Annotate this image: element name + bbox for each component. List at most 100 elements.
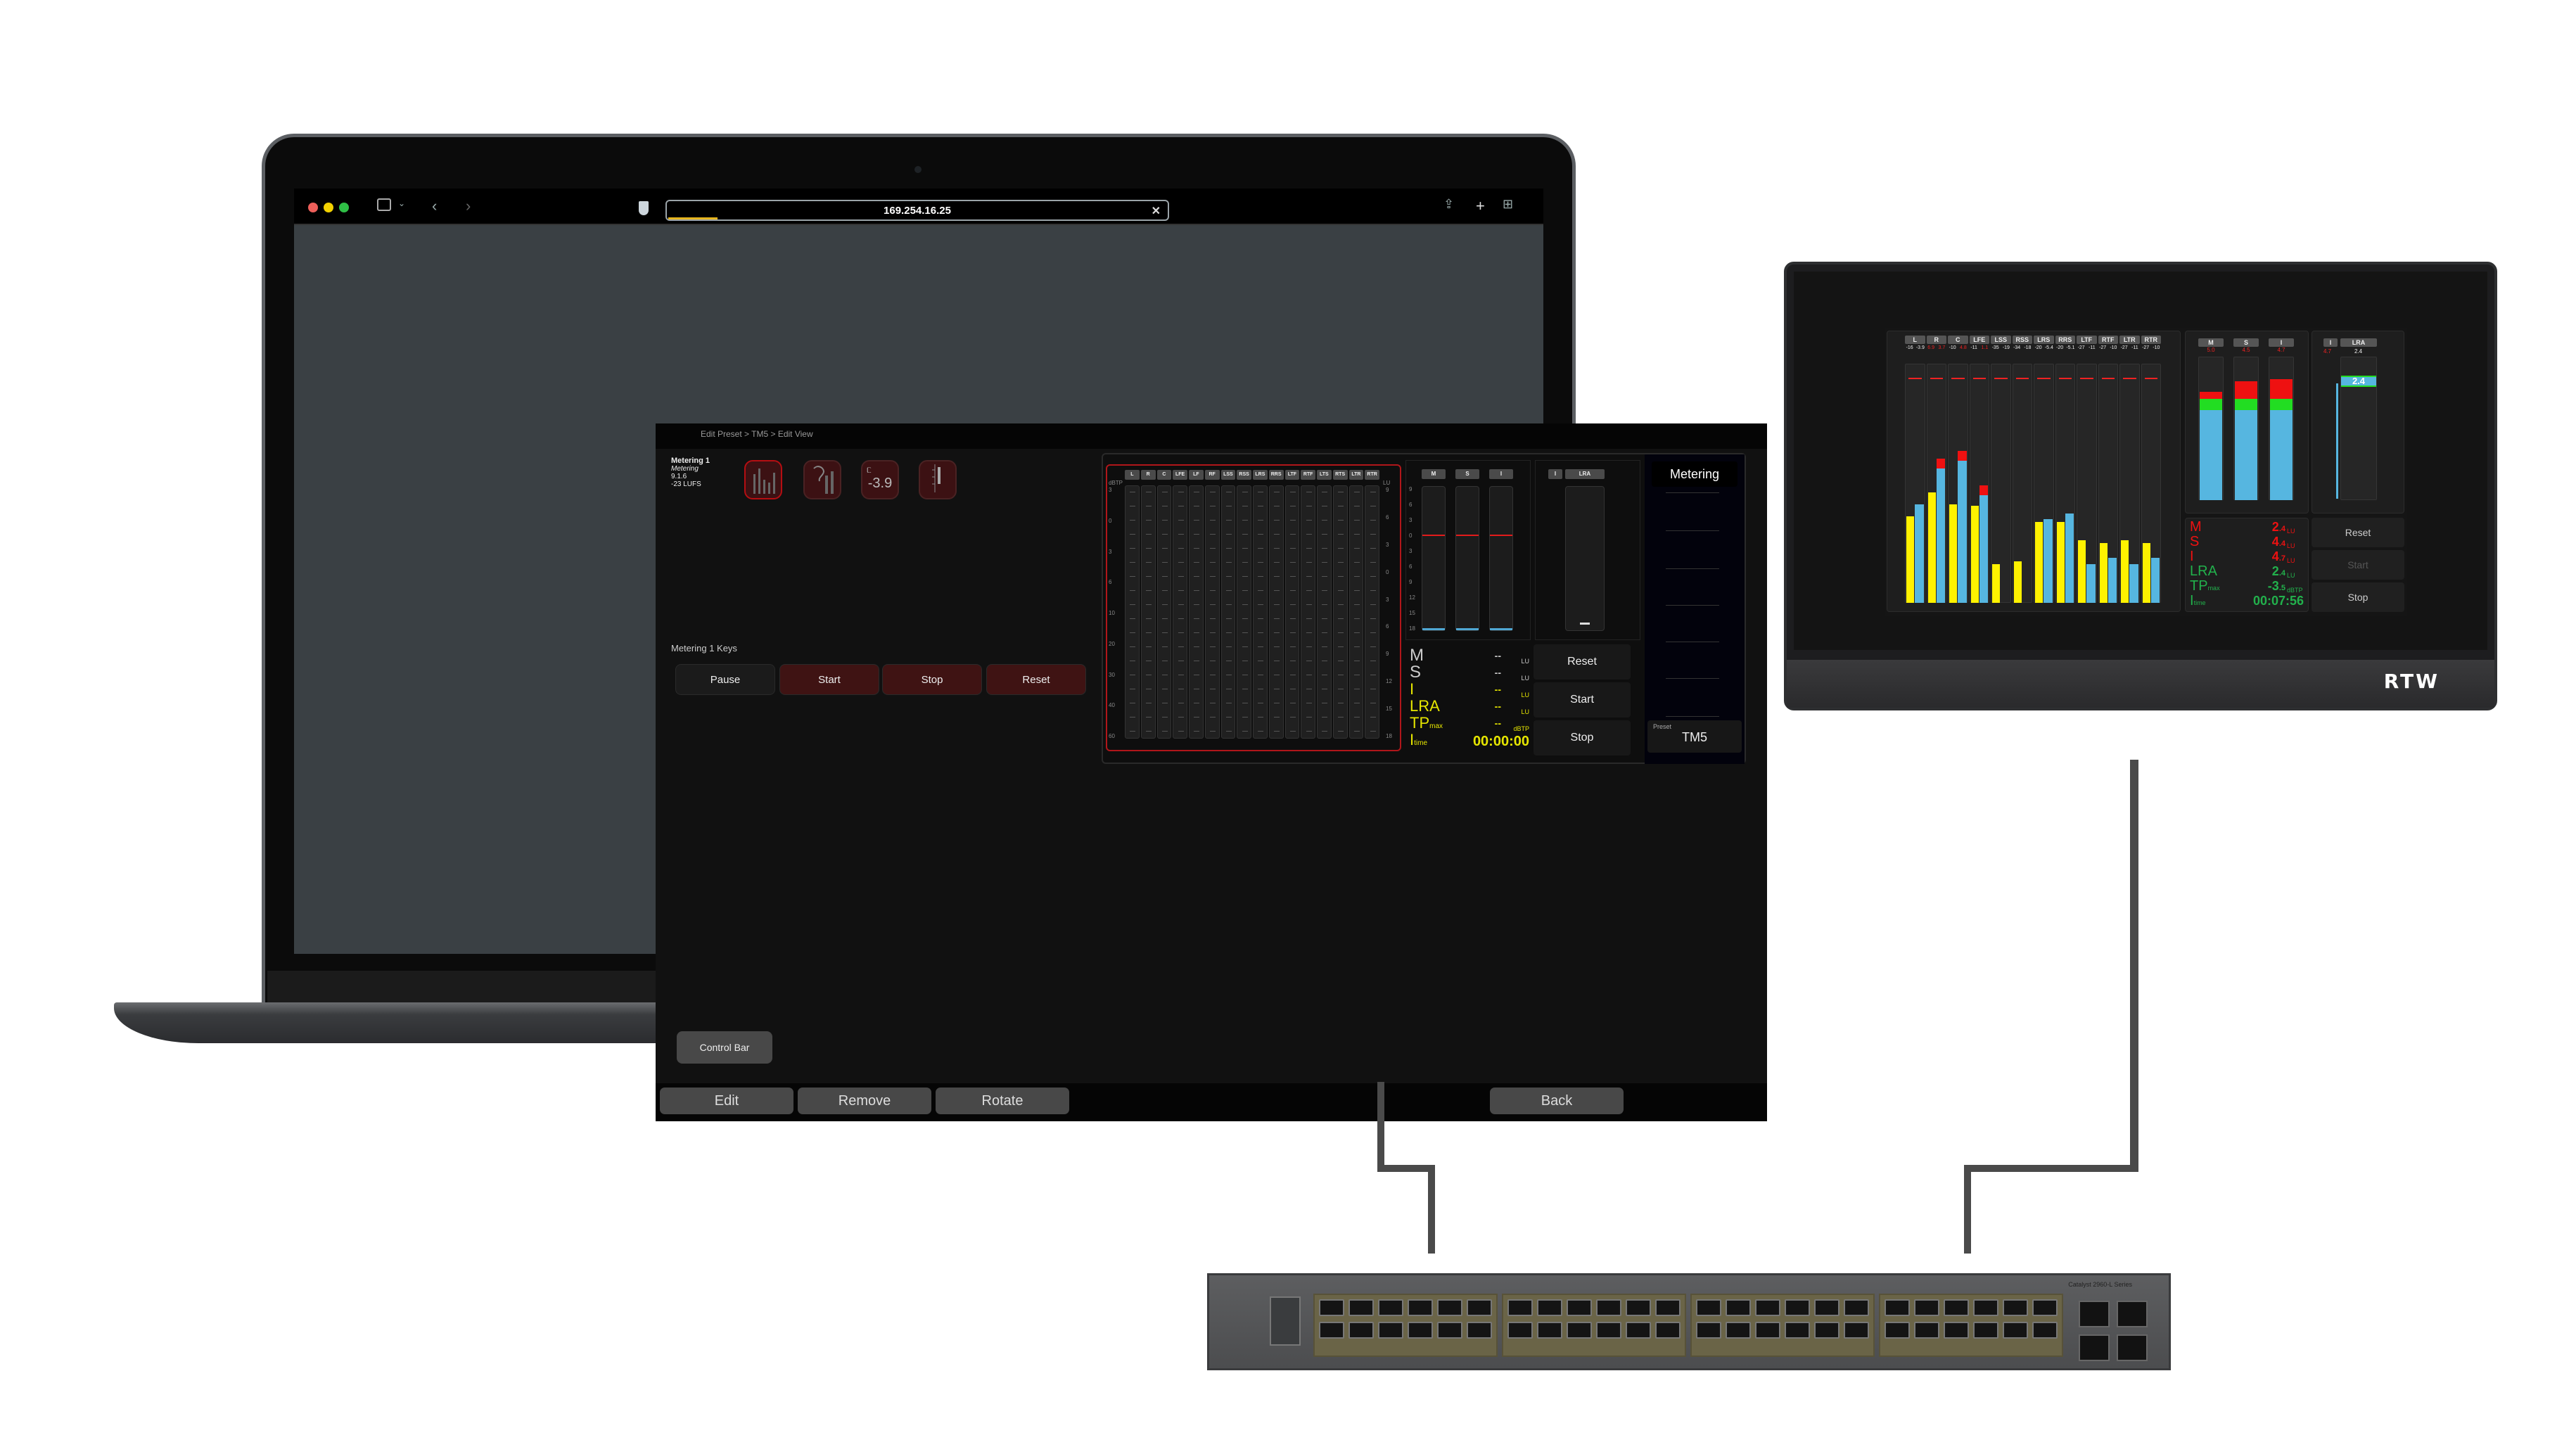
- bar-tick: [1242, 604, 1248, 605]
- rtw-target-line: [1951, 378, 1965, 379]
- bar-tick: [1210, 590, 1216, 591]
- rtw-target-line: [2101, 378, 2115, 379]
- bar-tick: [1210, 632, 1216, 633]
- lu-tick-label: 6: [1386, 623, 1389, 630]
- stop-key-button[interactable]: Stop: [882, 664, 982, 695]
- rtw-peak-value: -3.9: [1915, 345, 1925, 350]
- preset-box[interactable]: Preset TM5: [1647, 720, 1742, 753]
- bar-tick: [1306, 576, 1312, 577]
- ethernet-port: [1596, 1322, 1621, 1339]
- bar-tick: [1322, 646, 1328, 647]
- lu-tick-label: 12: [1386, 678, 1392, 685]
- ethernet-port: [1408, 1322, 1433, 1339]
- port-bank: [1313, 1294, 1498, 1357]
- loudness-numeric-view-button[interactable]: ᥴ -3.9: [861, 460, 899, 499]
- rtw-reset-button[interactable]: Reset: [2312, 518, 2404, 547]
- rtw-peak-value: -27: [2142, 345, 2150, 350]
- bar-tick: [1370, 632, 1376, 633]
- scale-view-button[interactable]: [919, 460, 957, 499]
- preview-reset-button[interactable]: Reset: [1534, 644, 1631, 680]
- rtw-bar-yellow: [2035, 522, 2043, 603]
- rtw-reading-label: TP: [2190, 578, 2208, 594]
- bar-tick: [1338, 604, 1344, 605]
- bar-tick: [1161, 717, 1168, 718]
- preview-stop-button[interactable]: Stop: [1534, 720, 1631, 755]
- back-button[interactable]: Back: [1490, 1088, 1624, 1114]
- new-tab-icon[interactable]: +: [1476, 197, 1485, 215]
- bar-tick: [1242, 731, 1248, 732]
- bar-tick: [1194, 731, 1200, 732]
- rtw-peak-value: -10: [2110, 345, 2117, 350]
- rtw-fill-blue: [2235, 409, 2257, 500]
- bargraph-view-button[interactable]: [744, 460, 782, 499]
- rtw-start-button[interactable]: Start: [2312, 550, 2404, 580]
- ethernet-port: [1567, 1322, 1592, 1339]
- status-leds: [1223, 1303, 1237, 1346]
- bar-tick: [1338, 590, 1344, 591]
- channel-bar: [1125, 485, 1140, 739]
- reset-key-button[interactable]: Reset: [986, 664, 1086, 695]
- channel-label: C: [1156, 470, 1172, 480]
- close-window-button[interactable]: [308, 203, 318, 212]
- share-icon[interactable]: ⇪: [1443, 197, 1454, 212]
- rtw-loudness-peak: 4.5: [2242, 347, 2250, 353]
- tab-overview-icon[interactable]: ⊞: [1503, 197, 1513, 212]
- rtw-bar-over: [1958, 451, 1967, 461]
- ethernet-port: [1626, 1322, 1651, 1339]
- bar-tick: [1322, 717, 1328, 718]
- start-key-button[interactable]: Start: [779, 664, 879, 695]
- bar-tick: [1258, 717, 1264, 718]
- dbtp-tick-label: 20: [1109, 640, 1115, 647]
- url-field[interactable]: 169.254.16.25 ✕: [665, 200, 1169, 221]
- bar-tick: [1353, 632, 1360, 633]
- loudness-bar-view-button[interactable]: [803, 460, 841, 499]
- bar-tick: [1146, 731, 1152, 732]
- meter-target: -23 LUFS: [671, 480, 701, 488]
- edit-button[interactable]: Edit: [660, 1088, 793, 1114]
- rtw-reading-decimal: .4: [2278, 540, 2285, 548]
- rotate-button[interactable]: Rotate: [936, 1088, 1069, 1114]
- ethernet-port: [1537, 1322, 1562, 1339]
- chevron-down-icon[interactable]: ⌄: [398, 198, 405, 208]
- pause-key-button[interactable]: Pause: [675, 664, 775, 695]
- remove-button[interactable]: Remove: [798, 1088, 931, 1114]
- bar-tick: [1210, 604, 1216, 605]
- bar-tick: [1338, 618, 1344, 619]
- rtw-stop-button[interactable]: Stop: [2312, 582, 2404, 612]
- forward-icon[interactable]: ›: [466, 197, 471, 215]
- bar-tick: [1338, 548, 1344, 549]
- shield-icon[interactable]: [639, 201, 649, 215]
- back-icon[interactable]: ‹: [432, 197, 437, 215]
- rtw-peak-value: 3.7: [1938, 345, 1946, 350]
- control-bar-button[interactable]: Control Bar: [677, 1031, 772, 1064]
- preview-start-button[interactable]: Start: [1534, 682, 1631, 718]
- maximize-window-button[interactable]: [339, 203, 349, 212]
- bar-tick: [1225, 618, 1232, 619]
- metering-title[interactable]: Metering: [1652, 461, 1737, 487]
- bar-tick: [1258, 632, 1264, 633]
- meter-type: Metering: [671, 465, 699, 473]
- minimize-window-button[interactable]: [324, 203, 333, 212]
- channel-bargraph-frame[interactable]: L R C LFE LF RF LSS RSS LRS RRS LTF RTF LTS RTS LTR RTR…: [1106, 464, 1401, 751]
- bar-tick: [1194, 632, 1200, 633]
- bar-tick: [1258, 548, 1264, 549]
- stop-loading-icon[interactable]: ✕: [1152, 204, 1161, 218]
- rtw-channel-label: C: [1948, 336, 1968, 344]
- reading-label: TP: [1410, 714, 1430, 732]
- bar-tick: [1130, 590, 1136, 591]
- ethernet-port: [1537, 1299, 1562, 1316]
- ethernet-port: [1467, 1299, 1492, 1316]
- reading-sub: time: [1414, 739, 1428, 747]
- rtw-chin: RTW: [1787, 660, 2494, 708]
- bar-tick: [1194, 717, 1200, 718]
- bar-tick: [1370, 618, 1376, 619]
- lu-tick-label: 6: [1409, 563, 1413, 570]
- rtw-reading-label: M: [2190, 519, 2202, 535]
- rtw-peak-value: -35: [1991, 345, 1999, 350]
- rtw-channel-label: LRS: [2034, 336, 2054, 344]
- bar-tick: [1322, 632, 1328, 633]
- bar-tick: [1274, 618, 1280, 619]
- sidebar-icon[interactable]: [377, 198, 391, 211]
- lu-tick-label: 18: [1409, 625, 1415, 632]
- bar-tick: [1370, 562, 1376, 563]
